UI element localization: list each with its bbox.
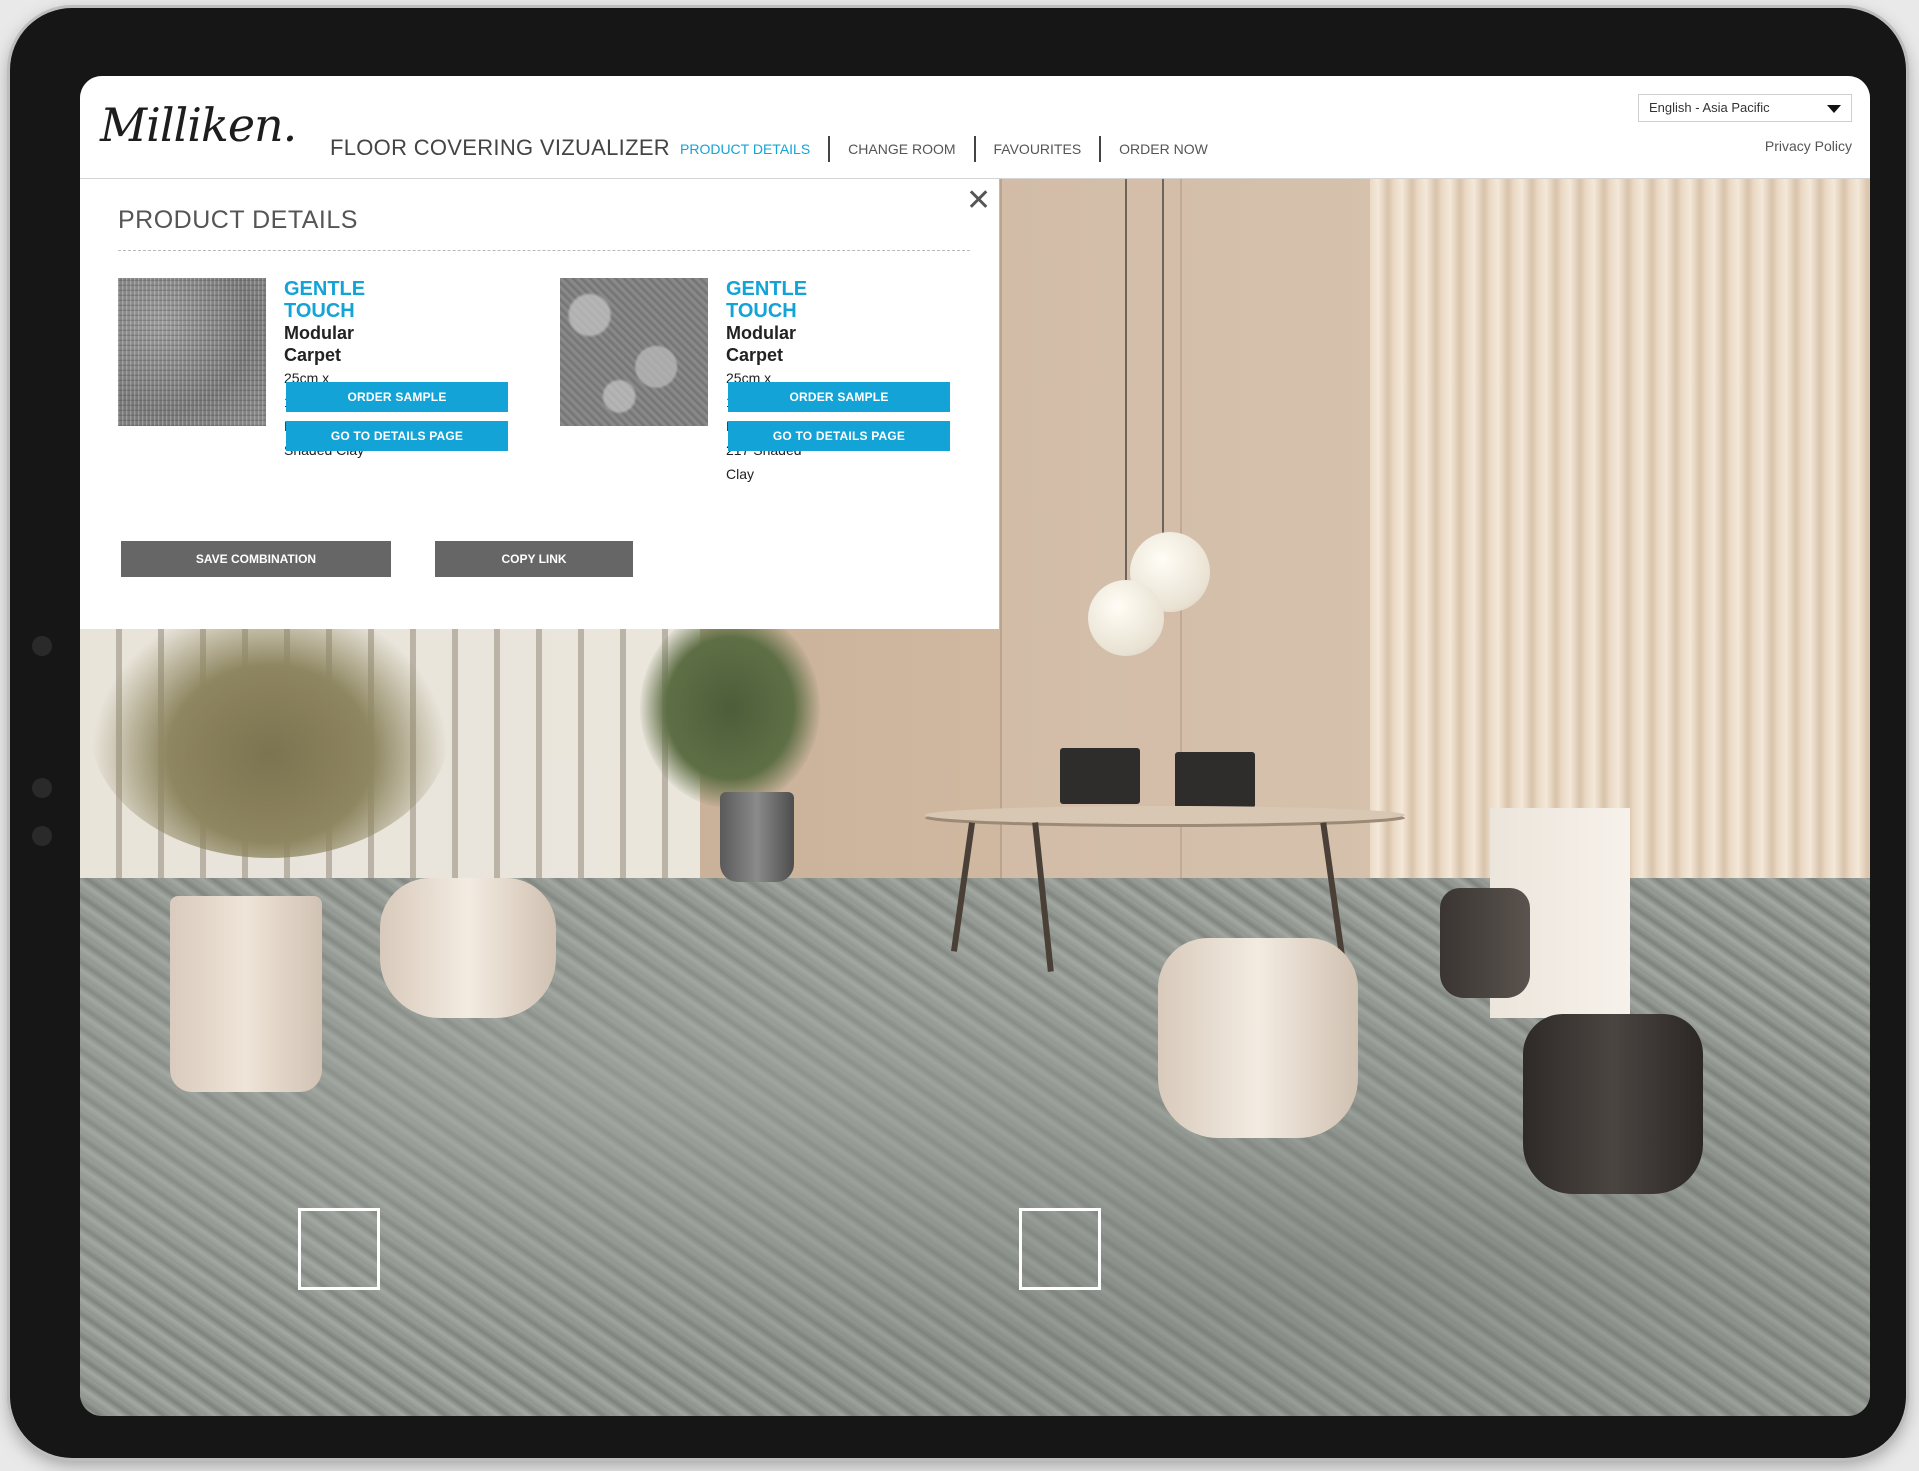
wall-panel <box>1180 178 1372 938</box>
main-nav: PRODUCT DETAILS CHANGE ROOM FAVOURITES O… <box>662 136 1226 162</box>
meeting-table <box>925 806 1405 824</box>
potted-tree <box>640 608 820 808</box>
product-type: Modular Carpet <box>284 323 354 365</box>
app-title: FLOOR COVERING VIZUALIZER <box>330 135 670 160</box>
panel-title: PRODUCT DETAILS <box>118 206 358 234</box>
plant-leaves <box>90 598 450 858</box>
device-volume-button <box>32 778 52 798</box>
caret-down-icon <box>1827 105 1841 113</box>
light-stool <box>380 878 556 1018</box>
nav-product-details[interactable]: PRODUCT DETAILS <box>662 141 828 157</box>
language-select-value: English - Asia Pacific <box>1649 100 1770 115</box>
product-name: GENTLE TOUCH <box>726 278 808 322</box>
laptop <box>1175 752 1255 808</box>
nav-favourites[interactable]: FAVOURITES <box>976 141 1100 157</box>
pendant-lamp <box>1088 580 1164 656</box>
pendant-cord <box>1162 178 1164 538</box>
carpet-swatch[interactable] <box>118 278 266 426</box>
nav-order-now[interactable]: ORDER NOW <box>1101 141 1226 157</box>
details-page-button[interactable]: GO TO DETAILS PAGE <box>286 421 508 451</box>
nav-change-room[interactable]: CHANGE ROOM <box>830 141 973 157</box>
carpet-swatch[interactable] <box>560 278 708 426</box>
floor-zone-selector-left[interactable] <box>298 1208 380 1290</box>
tablet-device: Milliken. FLOOR COVERING VIZUALIZER PROD… <box>10 8 1906 1458</box>
dark-stool <box>1440 888 1530 998</box>
laptop <box>1060 748 1140 804</box>
app-header: Milliken. FLOOR COVERING VIZUALIZER PROD… <box>80 76 1870 179</box>
product-name: GENTLE TOUCH <box>284 278 366 322</box>
tree-pot <box>720 792 794 882</box>
pendant-cord <box>1125 178 1127 588</box>
order-sample-button[interactable]: ORDER SAMPLE <box>728 382 950 412</box>
product-details-panel: PRODUCT DETAILS ✕ GENTLE TOUCH Modular C… <box>80 178 999 629</box>
device-volume-button <box>32 826 52 846</box>
floor-zone-selector-right[interactable] <box>1019 1208 1101 1290</box>
order-sample-button[interactable]: ORDER SAMPLE <box>286 382 508 412</box>
dark-stool <box>1523 1014 1703 1194</box>
details-page-button[interactable]: GO TO DETAILS PAGE <box>728 421 950 451</box>
save-combination-button[interactable]: SAVE COMBINATION <box>121 541 391 577</box>
divider <box>118 250 970 251</box>
app-screen: Milliken. FLOOR COVERING VIZUALIZER PROD… <box>80 76 1870 1416</box>
planter <box>170 896 322 1092</box>
brand-logo[interactable]: Milliken. <box>100 98 297 152</box>
close-icon[interactable]: ✕ <box>966 186 991 216</box>
copy-link-button[interactable]: COPY LINK <box>435 541 633 577</box>
language-select[interactable]: English - Asia Pacific <box>1638 94 1852 122</box>
privacy-policy-link[interactable]: Privacy Policy <box>1765 138 1852 154</box>
device-camera-dot <box>32 636 52 656</box>
light-stool <box>1158 938 1358 1138</box>
product-type: Modular Carpet <box>726 323 796 365</box>
